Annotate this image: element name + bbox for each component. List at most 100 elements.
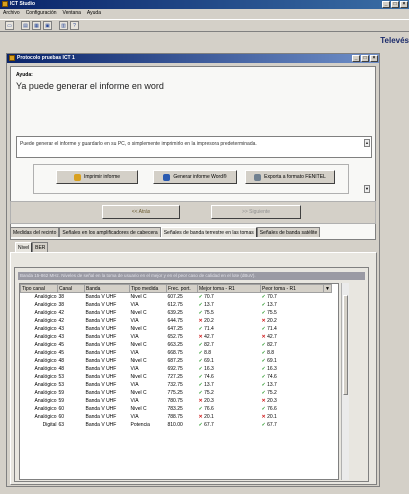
- table-row[interactable]: Analógico 43 Banda V UHF Nivel C 647.25 ✓ 71.…: [21, 325, 332, 333]
- column-header[interactable]: Frec. port.: [166, 284, 198, 293]
- next-button[interactable]: >> Siguiente: [211, 205, 301, 219]
- column-header[interactable]: Banda: [84, 284, 130, 293]
- table-row[interactable]: Analógico 45 Banda V UHF Nivel C 663.25 ✓ 82.…: [21, 341, 332, 349]
- scroll-thumb[interactable]: [343, 295, 348, 395]
- channel-type-cell: Analógico: [34, 390, 57, 396]
- tab-enclosure[interactable]: Medidas del recinto: [10, 227, 60, 237]
- generate-word-button[interactable]: Generar informe Word®: [153, 170, 237, 184]
- app-title-bar: ICT Studio _ □ ×: [0, 0, 409, 9]
- table-row[interactable]: Analógico 43 Banda V UHF V/A 652.75 ✕ 42.7 ✕ 4…: [21, 333, 332, 341]
- dialog-maximize-icon[interactable]: □: [361, 55, 369, 62]
- worst-outlet-cell: ✕ 20.1: [261, 413, 324, 421]
- best-outlet-cell: ✓ 75.5: [198, 309, 261, 317]
- level-value: 20.2: [204, 318, 214, 324]
- tab-level[interactable]: Nivel: [15, 242, 33, 252]
- channel-cell: 48: [58, 358, 65, 364]
- column-menu-icon[interactable]: ▼: [323, 284, 332, 293]
- worst-outlet-cell: ✓ 67.7: [261, 421, 324, 429]
- table-row[interactable]: Analógico 59 Banda V UHF V/A 780.75 ✕ 20.3 ✕ 2…: [21, 397, 332, 405]
- table-row[interactable]: Analógico 42 Banda V UHF Nivel C 639.25 ✓ 75.…: [21, 309, 332, 317]
- measure-type-cell: V/A: [130, 382, 139, 388]
- tab-satellite[interactable]: Señales de banda satélite: [256, 227, 321, 237]
- printer-icon: [73, 173, 81, 181]
- tab-ber[interactable]: BER: [32, 242, 49, 252]
- band-cell: Banda V UHF: [85, 334, 117, 340]
- table-row[interactable]: Analógico 53 Banda V UHF V/A 732.75 ✓ 13.7 ✓ 1…: [21, 381, 332, 389]
- column-header[interactable]: Tipo canal: [20, 284, 58, 293]
- table-row[interactable]: Analógico 45 Banda V UHF V/A 668.75 ✓ 8.8 ✓ 8.…: [21, 349, 332, 357]
- print-report-button[interactable]: Imprimir informe: [56, 170, 138, 184]
- dialog-close-icon[interactable]: ×: [370, 55, 378, 62]
- column-header[interactable]: Tipo medida: [129, 284, 167, 293]
- empty-cell: [324, 317, 332, 325]
- worst-outlet-cell: ✕ 20.3: [261, 397, 324, 405]
- table-row[interactable]: Analógico 38 Banda V UHF V/A 612.75 ✓ 13.7 ✓ 1…: [21, 301, 332, 309]
- band-cell: Banda V UHF: [85, 398, 117, 404]
- band-cell: Banda V UHF: [85, 358, 117, 364]
- channel-type-cell: Analógico: [34, 374, 57, 380]
- band-cell: Banda V UHF: [85, 342, 117, 348]
- menu-archivo[interactable]: Archivo: [3, 9, 20, 18]
- level-value: 16.3: [267, 366, 277, 372]
- table-row[interactable]: Analógico 53 Banda V UHF Nivel C 727.25 ✓ 74.…: [21, 373, 332, 381]
- table-row[interactable]: Analógico 38 Banda V UHF Nivel C 607.25 ✓ 70.…: [21, 293, 332, 302]
- info-scroll-icon[interactable]: ▲: [364, 139, 370, 147]
- frequency-cell: 644.75: [167, 318, 183, 324]
- measurements-table: Tipo canal Canal Banda Tipo medida Frec. por…: [19, 283, 339, 480]
- best-outlet-cell: ✕ 20.3: [198, 397, 261, 405]
- measurement-tabs: Medidas del recinto Señales en los ampli…: [10, 227, 321, 237]
- report-icon[interactable]: ▥: [59, 21, 68, 30]
- table-row[interactable]: Analógico 60 Banda V UHF Nivel C 783.25 ✓ 76.…: [21, 405, 332, 413]
- level-value: 69.1: [204, 358, 214, 364]
- column-header[interactable]: Canal: [57, 284, 85, 293]
- menu-ayuda[interactable]: Ayuda: [87, 9, 101, 18]
- frequency-cell: 639.25: [167, 310, 183, 316]
- table-row[interactable]: Analógico 60 Banda V UHF V/A 788.75 ✕ 20.1 ✕ 2…: [21, 413, 332, 421]
- table-row[interactable]: Digital 63 Banda V UHF Potencia 810.00 ✓ 67.7…: [21, 421, 332, 429]
- table-scrollbar[interactable]: [341, 283, 349, 480]
- save-icon[interactable]: ▦: [32, 21, 41, 30]
- tab-terrestrial-outlets[interactable]: Señales de banda terrestre en las tomas: [160, 227, 257, 237]
- help-icon[interactable]: ?: [70, 21, 79, 30]
- frequency-cell: 732.75: [167, 382, 183, 388]
- minimize-icon[interactable]: _: [382, 1, 390, 8]
- channel-cell: 63: [58, 422, 65, 428]
- generate-word-label: Generar informe Word®: [173, 174, 227, 180]
- empty-cell: [324, 413, 332, 421]
- tab-headend-amplifiers[interactable]: Señales en los amplificadores de cabecer…: [59, 227, 161, 237]
- menu-ventana[interactable]: Ventana: [63, 9, 81, 18]
- level-value: 75.2: [267, 390, 277, 396]
- frequency-cell: 780.75: [167, 398, 183, 404]
- worst-outlet-cell: ✓ 13.7: [261, 381, 324, 389]
- table-row[interactable]: Analógico 48 Banda V UHF Nivel C 687.25 ✓ 69.…: [21, 357, 332, 365]
- new-icon[interactable]: ▭: [5, 21, 14, 30]
- close-icon[interactable]: ×: [400, 1, 408, 8]
- export-fenitel-button[interactable]: Exporta a formato FENITEL: [245, 170, 335, 184]
- actions-scroll-icon[interactable]: ▼: [364, 185, 370, 193]
- measure-type-cell: V/A: [130, 302, 139, 308]
- maximize-icon[interactable]: □: [391, 1, 399, 8]
- app-title: ICT Studio: [10, 1, 35, 7]
- column-header[interactable]: Peor toma - R1: [260, 284, 324, 293]
- properties-icon[interactable]: ▣: [43, 21, 52, 30]
- table-row[interactable]: Analógico 48 Banda V UHF V/A 692.75 ✓ 16.3 ✓ 1…: [21, 365, 332, 373]
- table-row[interactable]: Analógico 42 Banda V UHF V/A 644.75 ✕ 20.2 ✕ 2…: [21, 317, 332, 325]
- back-button[interactable]: << Atrás: [102, 205, 180, 219]
- frequency-cell: 668.75: [167, 350, 183, 356]
- info-textbox[interactable]: Puede generar el informe y guardarlo en …: [16, 136, 372, 158]
- dialog-title: Protocolo pruebas ICT 1: [17, 55, 75, 61]
- open-icon[interactable]: ▤: [21, 21, 30, 30]
- empty-cell: [324, 301, 332, 309]
- table-row[interactable]: Analógico 59 Banda V UHF Nivel C 775.25 ✓ 75.…: [21, 389, 332, 397]
- dialog-minimize-icon[interactable]: _: [352, 55, 360, 62]
- menu-configuracion[interactable]: Configuración: [26, 9, 57, 18]
- level-value: 13.7: [267, 302, 277, 308]
- band-banner: Banda 15-862 MHz. Niveles de señal en la…: [18, 272, 365, 280]
- level-value: 67.7: [204, 422, 214, 428]
- column-header[interactable]: Mejor toma - R1: [197, 284, 261, 293]
- channel-cell: 60: [58, 406, 65, 412]
- best-outlet-cell: ✓ 70.7: [198, 293, 261, 302]
- worst-outlet-cell: ✓ 76.6: [261, 405, 324, 413]
- frequency-cell: 775.25: [167, 390, 183, 396]
- best-outlet-cell: ✕ 20.1: [198, 413, 261, 421]
